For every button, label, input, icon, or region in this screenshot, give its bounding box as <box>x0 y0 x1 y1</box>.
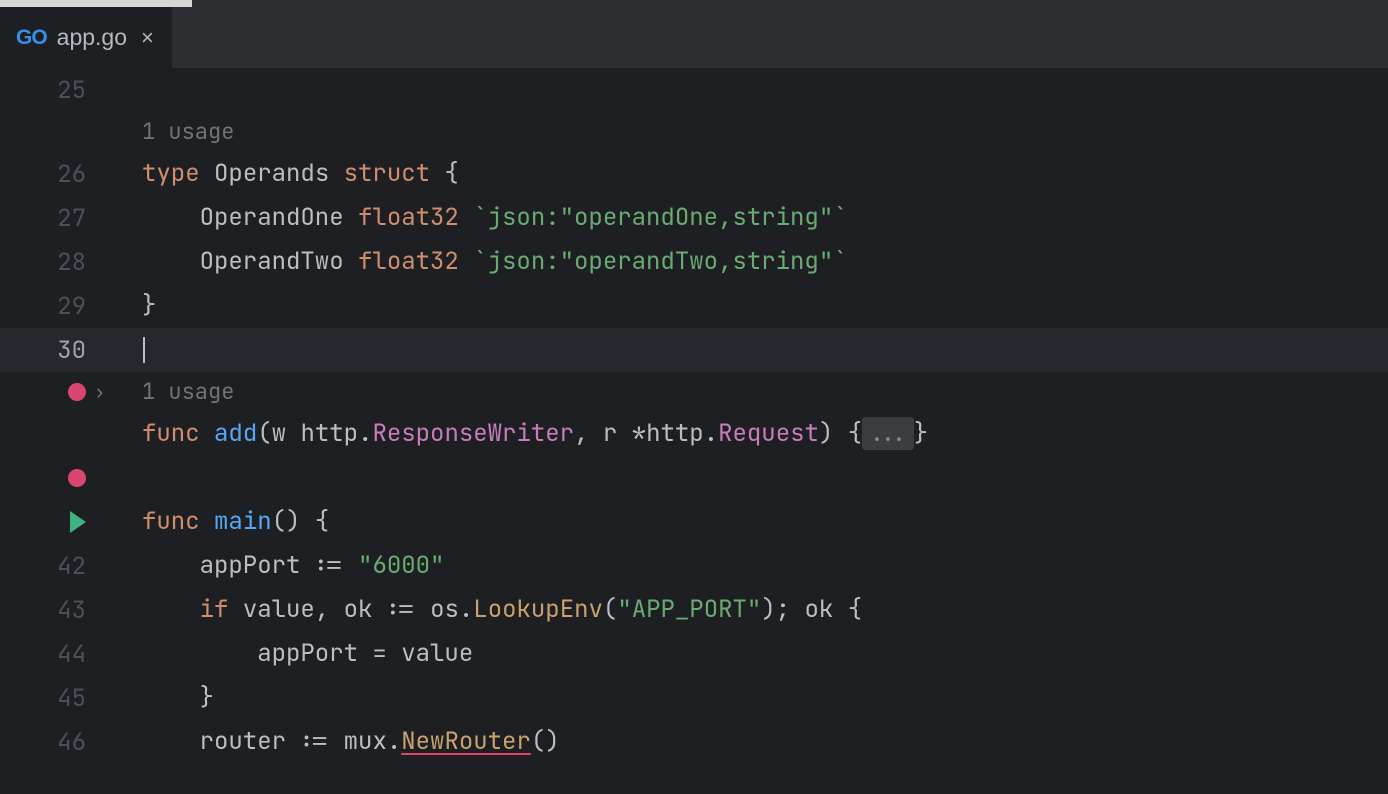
line-number[interactable]: 45 <box>0 683 94 714</box>
package-ref: os <box>430 594 459 625</box>
function-call: LookupEnv <box>473 594 603 625</box>
keyword-struct: struct <box>344 158 430 189</box>
keyword-type: type <box>142 158 200 189</box>
builtin-type: float32 <box>358 202 459 233</box>
struct-tag: `json:"operandTwo,string"` <box>473 246 847 277</box>
package-ref: mux <box>344 726 387 757</box>
builtin-type: float32 <box>358 246 459 277</box>
assign-op: := <box>315 550 344 581</box>
keyword-if: if <box>200 594 229 625</box>
function-name: add <box>214 418 257 449</box>
keyword-func: func <box>142 506 200 537</box>
type-ref: ResponseWriter <box>372 418 574 449</box>
assign-op: = <box>372 638 386 669</box>
struct-tag: `json:"operandOne,string"` <box>473 202 847 233</box>
code-editor[interactable]: 25 1 usage 26 type Operands struct { 27 … <box>0 68 1388 764</box>
line-number[interactable]: 43 <box>0 595 94 626</box>
go-file-icon: GO <box>16 26 47 50</box>
param: w <box>272 418 286 449</box>
brace: { <box>430 158 459 189</box>
text-cursor <box>143 337 145 363</box>
field-name: OperandOne <box>200 202 344 233</box>
line-number[interactable]: 29 <box>0 291 94 322</box>
string-literal: "APP_PORT" <box>617 594 761 625</box>
usage-hint[interactable]: 1 usage <box>142 121 234 143</box>
variable: ok <box>344 594 373 625</box>
type-name: Operands <box>214 158 329 189</box>
keyword-func: func <box>142 418 200 449</box>
run-gutter-icon[interactable] <box>70 511 86 533</box>
variable: appPort <box>257 638 358 669</box>
variable: value <box>401 638 473 669</box>
package-ref: http <box>300 418 358 449</box>
line-number[interactable]: 25 <box>0 75 94 106</box>
assign-op: := <box>300 726 329 757</box>
brace: } <box>142 294 156 318</box>
type-ref: Request <box>718 418 819 449</box>
package-ref: http <box>646 418 704 449</box>
close-icon[interactable]: × <box>141 25 154 51</box>
line-number[interactable]: 27 <box>0 203 94 234</box>
line-number[interactable]: 42 <box>0 551 94 582</box>
line-number[interactable]: 46 <box>0 727 94 758</box>
line-number[interactable]: 30 <box>0 335 94 366</box>
param: r <box>603 418 617 449</box>
usage-hint[interactable]: 1 usage <box>142 381 234 403</box>
code-text: ; ok { <box>776 594 862 625</box>
assign-op: := <box>387 594 416 625</box>
brace: } <box>200 682 214 713</box>
field-name: OperandTwo <box>200 246 344 277</box>
breakpoint-icon[interactable] <box>68 383 86 401</box>
variable: value <box>243 594 315 625</box>
line-number[interactable]: 26 <box>0 159 94 190</box>
line-number[interactable]: 44 <box>0 639 94 670</box>
variable: appPort <box>200 550 301 581</box>
folded-code[interactable]: ... <box>862 417 914 450</box>
line-number[interactable]: 28 <box>0 247 94 278</box>
tab-filename: app.go <box>57 24 127 51</box>
fold-icon[interactable]: › <box>96 381 103 403</box>
breakpoint-icon[interactable] <box>68 469 86 487</box>
variable: router <box>200 726 286 757</box>
tab-active-indicator <box>0 0 192 7</box>
string-literal: "6000" <box>358 550 444 581</box>
function-name: main <box>214 506 272 537</box>
tab-bar: GO app.go × <box>0 0 1388 68</box>
tab-app-go[interactable]: GO app.go × <box>0 7 172 68</box>
function-call: NewRouter <box>401 726 531 757</box>
